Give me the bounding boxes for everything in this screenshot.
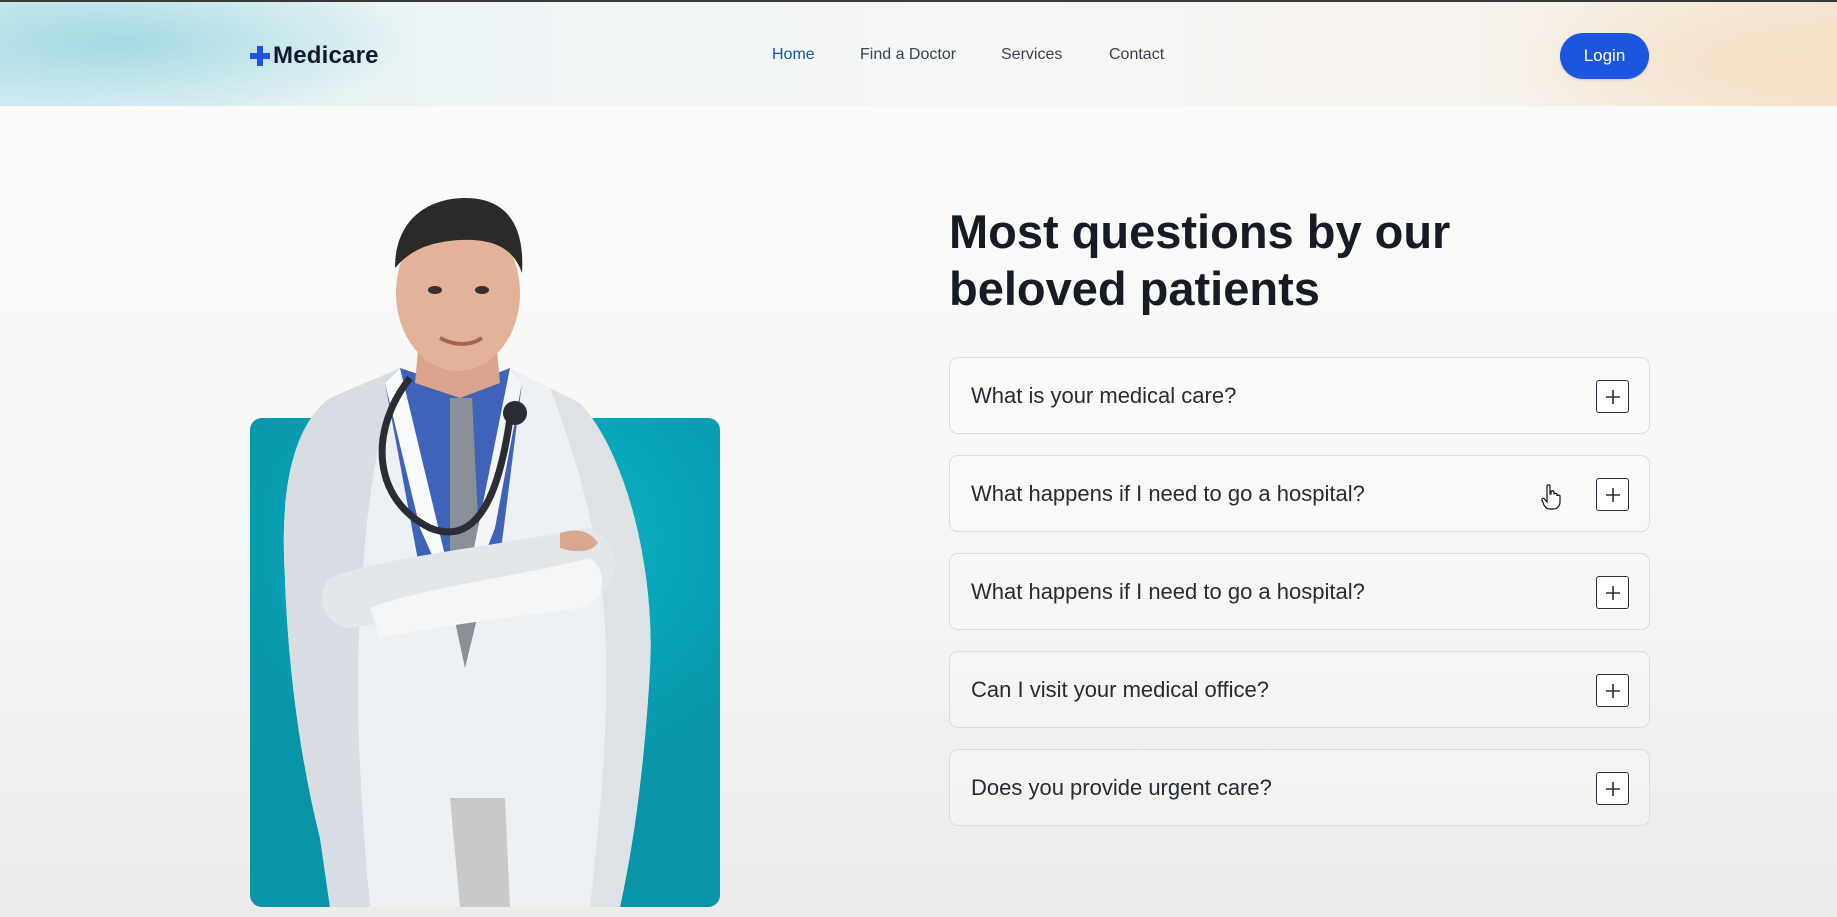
nav-item-services[interactable]: Services [1001, 46, 1062, 64]
faq-item[interactable]: What happens if I need to go a hospital? [949, 455, 1650, 532]
faq-question: Can I visit your medical office? [971, 676, 1269, 702]
faq-item[interactable]: What is your medical care? [949, 357, 1650, 434]
nav-item-home[interactable]: Home [772, 46, 815, 64]
faq-item[interactable]: What happens if I need to go a hospital? [949, 553, 1650, 630]
medical-cross-icon [250, 46, 270, 66]
faq-question: Does you provide urgent care? [971, 774, 1272, 800]
faq-title: Most questions by our beloved patients [949, 205, 1451, 315]
plus-icon[interactable] [1596, 478, 1629, 511]
plus-icon[interactable] [1596, 674, 1629, 707]
doctor-image [283, 198, 651, 907]
plus-icon[interactable] [1596, 576, 1629, 609]
faq-question: What happens if I need to go a hospital? [971, 578, 1365, 604]
plus-icon[interactable] [1596, 772, 1629, 805]
faq-question: What is your medical care? [971, 382, 1237, 408]
faq-question: What happens if I need to go a hospital? [971, 480, 1365, 506]
login-button[interactable]: Login [1560, 33, 1649, 79]
plus-icon[interactable] [1596, 380, 1629, 413]
site-header: Medicare Home Find a Doctor Services Con… [0, 2, 1837, 106]
brand-name: Medicare [273, 42, 379, 69]
brand-logo[interactable]: Medicare [249, 42, 379, 70]
nav-item-find-a-doctor[interactable]: Find a Doctor [860, 46, 956, 64]
faq-item[interactable]: Can I visit your medical office? [949, 651, 1650, 728]
nav-item-contact[interactable]: Contact [1109, 46, 1164, 64]
faq-item[interactable]: Does you provide urgent care? [949, 749, 1650, 826]
